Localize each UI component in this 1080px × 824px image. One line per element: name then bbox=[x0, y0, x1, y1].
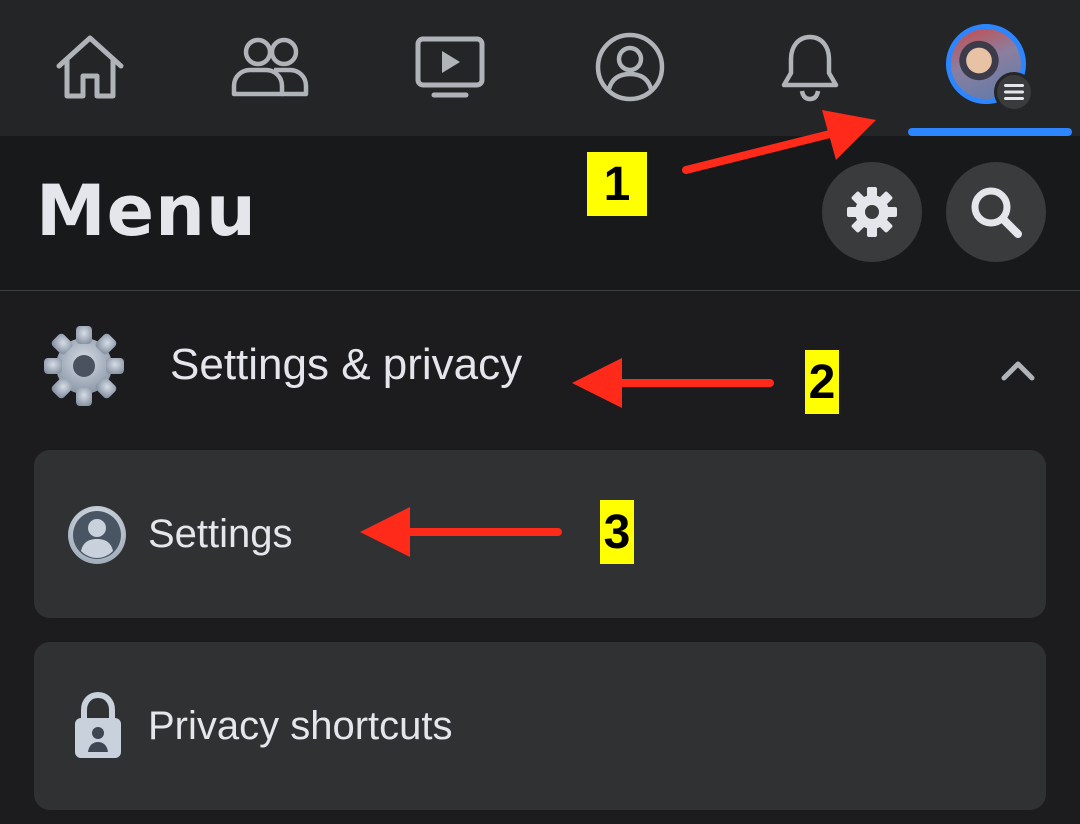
page-title: Menu bbox=[36, 170, 257, 252]
settings-item-label: Settings bbox=[148, 512, 293, 556]
hamburger-icon bbox=[994, 72, 1034, 112]
privacy-shortcuts-label: Privacy shortcuts bbox=[148, 704, 453, 748]
privacy-shortcuts-item[interactable]: Privacy shortcuts bbox=[34, 642, 1046, 810]
gear-icon bbox=[847, 187, 897, 237]
settings-item[interactable]: Settings bbox=[34, 450, 1046, 618]
home-icon[interactable] bbox=[45, 22, 135, 112]
video-icon[interactable] bbox=[405, 22, 495, 112]
friends-icon[interactable] bbox=[225, 22, 315, 112]
profile-icon[interactable] bbox=[585, 22, 675, 112]
section-label: Settings & privacy bbox=[170, 340, 523, 389]
top-nav-bar bbox=[0, 0, 1080, 136]
search-icon bbox=[971, 187, 1022, 238]
annotation-label-3: 3 bbox=[600, 500, 634, 564]
gear-icon bbox=[40, 322, 128, 410]
lock-icon bbox=[72, 690, 124, 760]
annotation-label-1: 1 bbox=[587, 152, 647, 216]
annotation-label-2: 2 bbox=[805, 350, 839, 414]
search-button[interactable] bbox=[946, 162, 1046, 262]
settings-button[interactable] bbox=[822, 162, 922, 262]
bell-icon[interactable] bbox=[765, 22, 855, 112]
user-circle-icon bbox=[66, 504, 128, 566]
settings-privacy-section[interactable] bbox=[0, 291, 1080, 441]
active-tab-indicator bbox=[908, 128, 1072, 136]
chevron-up-icon[interactable] bbox=[996, 352, 1040, 388]
